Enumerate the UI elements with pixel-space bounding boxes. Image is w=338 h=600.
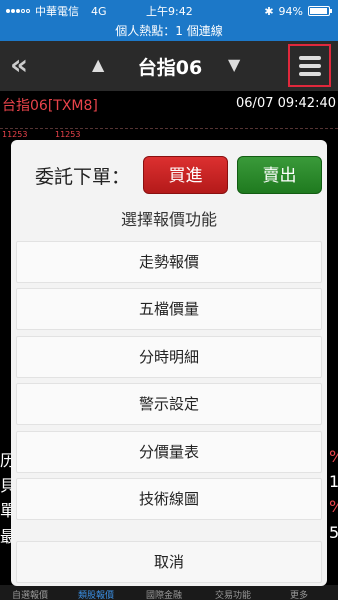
quote-function-dialog: 委託下單： 買進 賣出 選擇報價功能 走勢報價 五檔價量 分時明細 警示設定 分… [11,140,327,586]
order-label: 委託下單： [35,166,131,188]
buy-button[interactable]: 買進 [143,156,228,194]
dialog-subtitle: 選擇報價功能 [120,210,217,229]
tab-sector-quotes[interactable]: 類股報價 [78,588,114,600]
price-axis-label: 11253 [55,130,81,139]
cancel-button[interactable]: 取消 [16,541,322,583]
quote-row: 台指06[TXM8] 06/07 09:42:40 [0,91,338,116]
clock: 上午9:42 [146,5,193,18]
bluetooth-icon: ✱ [264,4,274,18]
page-title: 台指06 [137,57,203,79]
chart-gridline [0,128,338,129]
battery-icon [308,6,332,16]
bg-fragment: 1 [329,472,338,491]
bg-fragment: % [329,497,338,516]
previous-contract-icon[interactable]: ▲ [92,55,104,74]
network-type: 4G [91,4,107,18]
quote-datetime: 06/07 09:42:40 [236,96,336,111]
tab-watchlist[interactable]: 自選報價 [12,588,48,600]
option-five-level-depth[interactable]: 五檔價量 [16,288,322,330]
option-price-volume-table[interactable]: 分價量表 [16,431,322,473]
battery-percent: 94% [278,4,303,18]
option-alert-settings[interactable]: 警示設定 [16,383,322,425]
tab-more[interactable]: 更多 [290,588,308,600]
hamburger-icon[interactable] [288,44,331,87]
status-bar: 中華電信 4G 上午9:42 ✱ 94% [0,0,338,22]
price-axis-label: 11253 [2,130,28,139]
symbol-label: 台指06[TXM8] [2,98,98,114]
option-technical-chart[interactable]: 技術線圖 [16,478,322,520]
option-tick-detail[interactable]: 分時明細 [16,336,322,378]
double-chevron-left-icon[interactable]: « [10,49,28,81]
bg-fragment: % [329,447,338,466]
signal-strength-icon [6,9,30,13]
option-trend-quote[interactable]: 走勢報價 [16,241,322,283]
app-header: « ▲ 台指06 ▼ [0,41,338,91]
sell-button[interactable]: 賣出 [237,156,322,194]
hotspot-banner[interactable]: 個人熱點：1 個連線 [0,22,338,41]
tab-trading[interactable]: 交易功能 [215,588,251,600]
bottom-tab-bar: 自選報價 類股報價 國際金融 交易功能 更多 [0,585,338,600]
carrier-name: 中華電信 [35,5,79,18]
next-contract-icon[interactable]: ▼ [228,55,240,74]
bg-fragment: 5 [329,523,338,542]
tab-global-finance[interactable]: 國際金融 [146,588,182,600]
